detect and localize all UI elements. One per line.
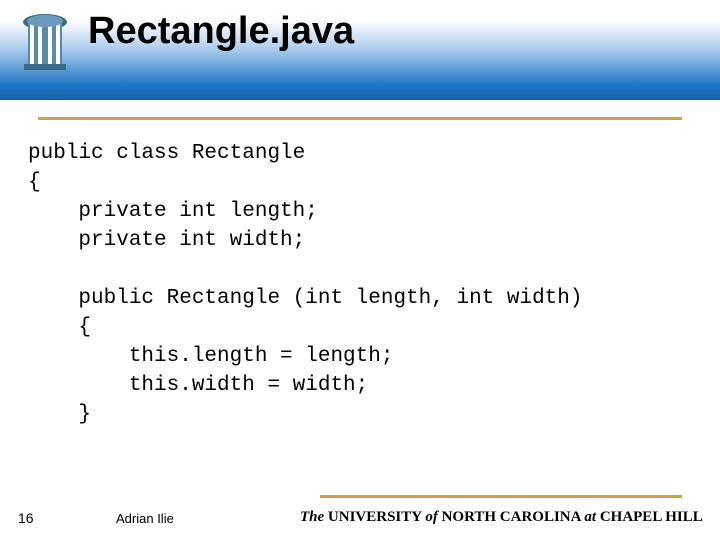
code-line: public class Rectangle [28,142,305,165]
divider-top [38,117,682,120]
code-line: { [28,316,91,339]
code-block: public class Rectangle { private int len… [28,140,700,430]
divider-bottom [320,495,682,498]
code-line: } [28,403,91,426]
code-line: public Rectangle (int length, int width) [28,287,583,310]
page-number: 16 [18,510,34,526]
code-line: this.width = width; [28,374,368,397]
affiliation: The UNIVERSITY of NORTH CAROLINA at CHAP… [300,509,703,526]
unc-well-logo [14,10,76,72]
code-line: this.length = length; [28,345,393,368]
author: Adrian Ilie [116,511,174,526]
slide-title: Rectangle.java [88,10,354,53]
code-line: private int length; [28,200,318,223]
code-line: private int width; [28,229,305,252]
header-band: Rectangle.java [0,0,720,100]
code-line: { [28,171,41,194]
